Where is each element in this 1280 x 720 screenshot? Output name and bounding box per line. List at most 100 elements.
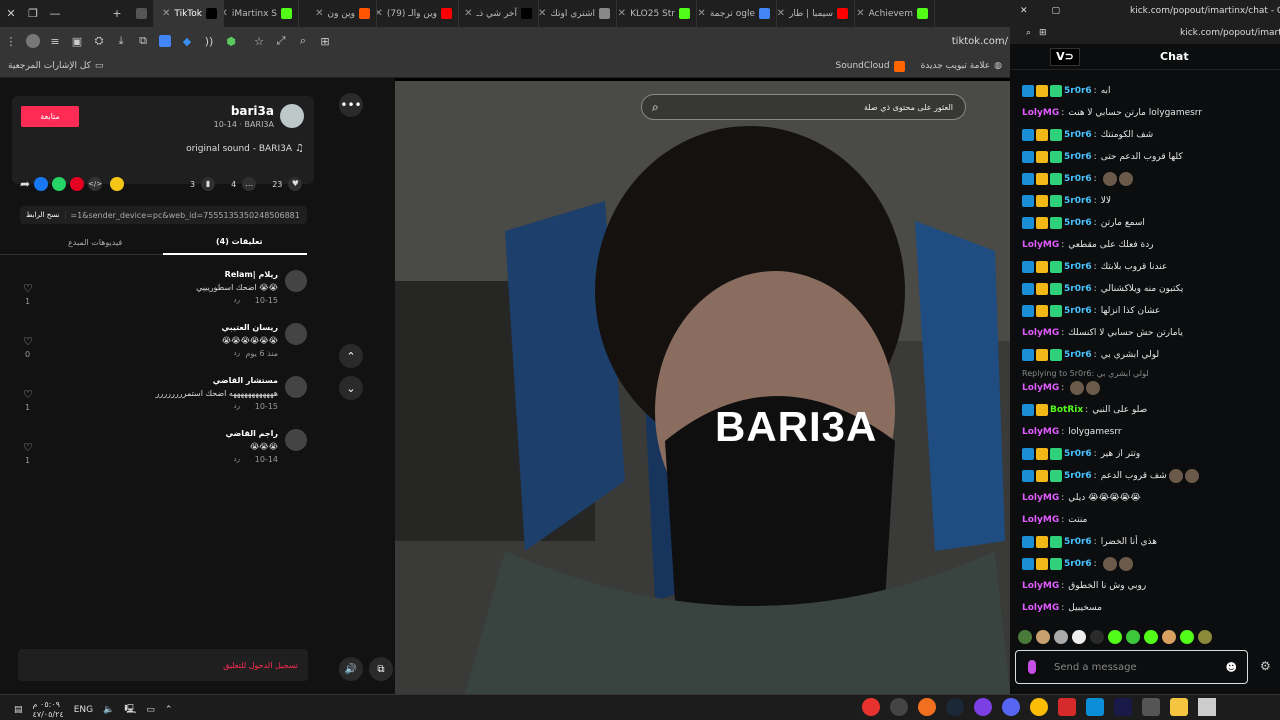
emote-icon[interactable] bbox=[1036, 630, 1050, 644]
translate-icon[interactable] bbox=[154, 30, 176, 52]
chat-username[interactable]: 5r0r6 bbox=[1064, 350, 1092, 360]
close-window-icon[interactable]: ✕ bbox=[0, 3, 22, 25]
emote-icon[interactable] bbox=[1180, 630, 1194, 644]
close-tab-icon[interactable]: ✕ bbox=[539, 8, 546, 19]
windows-start-icon[interactable] bbox=[1198, 698, 1216, 716]
browser-tab[interactable]: ✕ وين ون bbox=[299, 0, 377, 27]
screenshot-icon[interactable]: ⤢ bbox=[270, 30, 292, 52]
tab-creator-videos[interactable]: فيديوهات المبدع bbox=[68, 238, 122, 247]
chat-username[interactable]: 5r0r6 bbox=[1064, 471, 1092, 481]
star-icon[interactable]: ☆ bbox=[248, 30, 270, 52]
volume-icon[interactable]: 🔊 bbox=[339, 657, 363, 681]
language-indicator[interactable]: ENG bbox=[74, 705, 93, 715]
chat-username[interactable]: LolyMG bbox=[1022, 427, 1059, 437]
chat-username[interactable]: 5r0r6 bbox=[1064, 449, 1092, 459]
coin-icon[interactable] bbox=[110, 177, 125, 191]
chat-username[interactable]: 5r0r6 bbox=[1064, 559, 1092, 569]
chat-username[interactable]: 5r0r6 bbox=[1064, 306, 1092, 316]
chat-username[interactable]: LolyMG bbox=[1022, 108, 1059, 118]
search-input[interactable]: العثور على محتوى ذي صلة bbox=[864, 103, 953, 112]
file-explorer-icon[interactable] bbox=[1170, 698, 1188, 716]
link-text[interactable]: =1&sender_device=pc&web_id=7555135350248… bbox=[66, 211, 299, 220]
settings-gear-icon[interactable]: ⚙ bbox=[1260, 659, 1271, 673]
whatsapp-icon[interactable] bbox=[52, 177, 67, 191]
sidebar-icon[interactable]: ▣ bbox=[66, 30, 88, 52]
taskbar-app-icon[interactable] bbox=[890, 698, 908, 716]
chat-username[interactable]: LolyMG bbox=[1022, 603, 1059, 613]
tab-comments[interactable]: تعليقات (4) bbox=[216, 237, 263, 246]
browser-tab[interactable]: ✕ سيمبا | طار bbox=[777, 0, 855, 27]
chat-username[interactable]: LolyMG bbox=[1022, 493, 1059, 503]
browser-tab[interactable]: ✕(79) وين والـ bbox=[377, 0, 459, 27]
chat-username[interactable]: LolyMG bbox=[1022, 383, 1059, 393]
close-tab-icon[interactable]: ✕ bbox=[315, 8, 323, 19]
browser-tab[interactable]: ✕ آخر شي ذـ bbox=[459, 0, 539, 27]
menu-icon[interactable]: ⋮ bbox=[0, 30, 22, 52]
comment-login-box[interactable]: تسجيل الدخول للتعليق bbox=[18, 649, 308, 681]
chat-username[interactable]: BotRix bbox=[1050, 405, 1083, 415]
bookmark-icon[interactable]: ▮ bbox=[201, 177, 216, 191]
vscode-icon[interactable] bbox=[1086, 698, 1104, 716]
taskbar-app-icon[interactable] bbox=[974, 698, 992, 716]
browser-tab[interactable]: ✕ اشتري اوتك bbox=[539, 0, 617, 27]
minimize-window-icon[interactable]: — bbox=[44, 3, 66, 25]
emote-icon[interactable] bbox=[1108, 630, 1122, 644]
chat-username[interactable]: LolyMG bbox=[1022, 515, 1059, 525]
more-options-icon[interactable]: ••• bbox=[339, 93, 363, 117]
commenter-avatar[interactable] bbox=[285, 376, 307, 398]
site-info-icon[interactable]: ⊞ bbox=[1039, 28, 1047, 38]
all-bookmarks[interactable]: كل الإشارات المرجعية ▭ bbox=[0, 61, 111, 71]
commenter-name[interactable]: مستشار القاضي bbox=[213, 376, 278, 385]
close-icon[interactable]: ✕ bbox=[1020, 6, 1028, 16]
browser-tab[interactable]: ✕ bbox=[134, 0, 154, 27]
download-icon[interactable]: ⤓ bbox=[110, 30, 132, 52]
chat-username[interactable]: 5r0r6 bbox=[1064, 174, 1092, 184]
bookmark-new-tab[interactable]: علامة تبويب جديدة ◍ bbox=[913, 61, 1010, 71]
adblock-icon[interactable]: ⬢ bbox=[220, 30, 242, 52]
reading-list-icon[interactable]: ≡ bbox=[44, 30, 66, 52]
volume-icon[interactable]: 🔈 bbox=[103, 705, 114, 715]
close-tab-icon[interactable]: ✕ bbox=[464, 8, 472, 19]
heart-icon[interactable]: ♡ bbox=[23, 335, 33, 348]
close-tab-icon[interactable]: ✕ bbox=[856, 8, 864, 19]
chat-username[interactable]: 5r0r6 bbox=[1064, 284, 1092, 294]
close-tab-icon[interactable]: ✕ bbox=[224, 8, 228, 19]
discord-icon[interactable] bbox=[1002, 698, 1020, 716]
emote-icon[interactable] bbox=[1144, 630, 1158, 644]
login-to-comment-link[interactable]: تسجيل الدخول للتعليق bbox=[223, 661, 298, 670]
network-icon[interactable]: 🖳 bbox=[124, 702, 136, 718]
close-tab-icon[interactable]: ✕ bbox=[777, 8, 785, 19]
chrome-icon[interactable] bbox=[1030, 698, 1048, 716]
commenter-avatar[interactable] bbox=[285, 270, 307, 292]
chat-url-field[interactable]: kick.com/popout/imartinx bbox=[1180, 28, 1280, 38]
cast-icon[interactable]: )) bbox=[198, 30, 220, 52]
next-video-button[interactable]: ⌄ bbox=[339, 376, 363, 400]
chat-username[interactable]: 5r0r6 bbox=[1064, 86, 1092, 96]
restore-icon[interactable]: ▢ bbox=[1052, 6, 1061, 16]
restore-window-icon[interactable]: ❐ bbox=[22, 3, 44, 25]
copy-link-button[interactable]: نسخ الرابط bbox=[20, 211, 67, 219]
chat-username[interactable]: LolyMG bbox=[1022, 328, 1059, 338]
share-arrow-icon[interactable]: ➦ bbox=[20, 177, 30, 191]
commenter-name[interactable]: ريسان العتيبي bbox=[221, 323, 278, 332]
url-field[interactable]: tiktok.com/ bbox=[952, 36, 1008, 47]
close-tab-icon[interactable]: ✕ bbox=[697, 8, 705, 19]
tray-expand-icon[interactable]: ⌃ bbox=[165, 705, 173, 715]
commenter-name[interactable]: Relam| ريلام bbox=[225, 270, 278, 279]
chat-input-box[interactable]: Send a message ☻ bbox=[1015, 650, 1248, 684]
follow-button[interactable]: متابعة bbox=[21, 106, 79, 127]
reply-link[interactable]: رد bbox=[234, 296, 241, 304]
zoom-icon[interactable]: ⌕ bbox=[1026, 28, 1031, 38]
puzzle-icon[interactable]: ⧉ bbox=[132, 30, 154, 52]
sound-label[interactable]: original sound - BARI3A bbox=[186, 144, 292, 154]
close-tab-icon[interactable]: ✕ bbox=[618, 8, 626, 19]
reply-link[interactable]: رد bbox=[234, 455, 241, 463]
commenter-avatar[interactable] bbox=[285, 429, 307, 451]
chat-username[interactable]: 5r0r6 bbox=[1064, 196, 1092, 206]
taskbar-app-icon[interactable] bbox=[862, 698, 880, 716]
emote-icon[interactable] bbox=[1198, 630, 1212, 644]
chat-username[interactable]: 5r0r6 bbox=[1064, 218, 1092, 228]
emote-icon[interactable] bbox=[1126, 630, 1140, 644]
browser-tab[interactable]: ✕ Achievem bbox=[855, 0, 935, 27]
video-player[interactable]: ⌕ العثور على محتوى ذي صلة BARI3A bbox=[395, 81, 1010, 694]
